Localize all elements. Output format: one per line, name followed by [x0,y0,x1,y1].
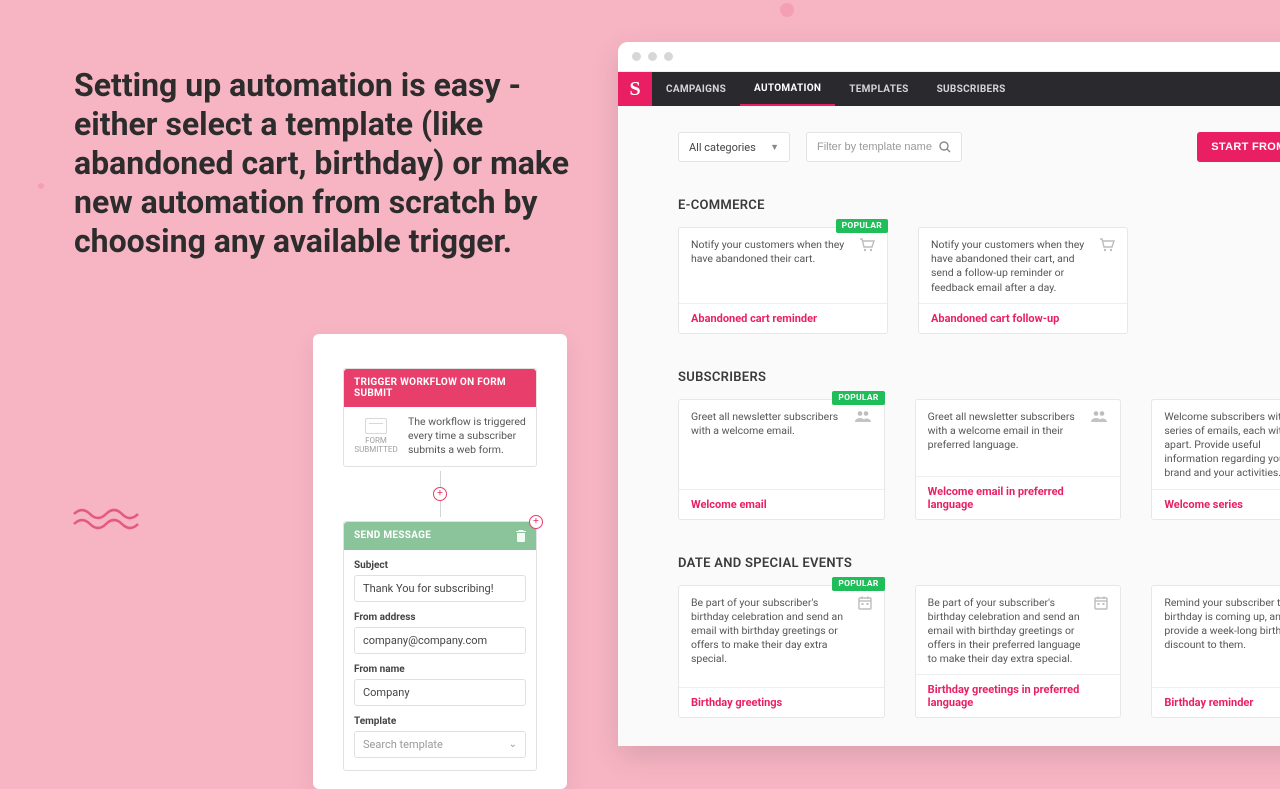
nav-templates[interactable]: TEMPLATES [835,72,922,106]
app-window: S CAMPAIGNSAUTOMATIONTEMPLATESSUBSCRIBER… [618,42,1280,746]
template-card-description: Remind your subscriber their birthday is… [1164,596,1280,680]
template-card-name: Abandoned cart reminder [679,303,887,333]
template-card-description: Be part of your subscriber's birthday ce… [928,596,1085,667]
form-submitted-icon: FORM SUBMITTED [354,415,398,458]
window-control-min[interactable] [648,52,657,61]
field-label-subject: Subject [354,560,526,571]
template-card[interactable]: Welcome subscribers with a series of ema… [1151,399,1280,520]
add-branch-button[interactable]: + [529,515,543,529]
cart-icon [859,238,875,295]
search-icon [939,141,951,153]
nav-automation[interactable]: AUTOMATION [740,72,835,106]
field-label-from-name: From name [354,664,526,675]
from-address-input[interactable]: company@company.com [354,627,526,654]
template-card[interactable]: POPULARBe part of your subscriber's birt… [678,585,885,719]
section-title: SUBSCRIBERS [678,370,1280,385]
workflow-builder-panel: TRIGGER WORKFLOW ON FORM SUBMIT FORM SUB… [313,334,567,789]
templates-toolbar: All categories ▼ START FROM SCRATCH [678,132,1280,162]
field-label-from-address: From address [354,612,526,623]
template-card[interactable]: Remind your subscriber their birthday is… [1151,585,1280,719]
template-card-row: POPULARGreet all newsletter subscribers … [678,399,1280,520]
template-card[interactable]: POPULARNotify your customers when they h… [678,227,888,334]
template-card-name: Welcome email in preferred language [916,476,1121,519]
main-nav: S CAMPAIGNSAUTOMATIONTEMPLATESSUBSCRIBER… [618,72,1280,106]
template-card-name: Birthday reminder [1152,687,1280,717]
template-card[interactable]: Notify your customers when they have aba… [918,227,1128,334]
subject-input[interactable]: Thank You for subscribing! [354,575,526,602]
window-titlebar [618,42,1280,72]
template-card-row: POPULARBe part of your subscriber's birt… [678,585,1280,719]
workflow-send-node[interactable]: + SEND MESSAGE Subject Thank You for sub… [343,521,537,771]
template-card-row: POPULARNotify your customers when they h… [678,227,1280,334]
category-select[interactable]: All categories ▼ [678,132,790,162]
users-icon [854,410,872,481]
popular-badge: POPULAR [836,219,888,233]
template-card-name: Abandoned cart follow-up [919,303,1127,333]
template-card-description: Greet all newsletter subscribers with a … [691,410,844,481]
field-label-template: Template [354,716,526,727]
trigger-node-description: The workflow is triggered every time a s… [408,415,526,458]
brand-logo[interactable]: S [618,72,652,106]
section-title: E-COMMERCE [678,198,1280,213]
template-card-description: Welcome subscribers with a series of ema… [1164,410,1280,481]
template-card-description: Greet all newsletter subscribers with a … [928,410,1081,468]
window-control-max[interactable] [664,52,673,61]
trash-icon[interactable] [516,530,526,542]
template-search-input[interactable] [806,132,962,162]
template-select[interactable]: Search template ⌄ [354,731,526,758]
caret-down-icon: ▼ [770,142,779,153]
template-card-name: Birthday greetings [679,687,884,717]
nav-campaigns[interactable]: CAMPAIGNS [652,72,740,106]
cart-icon [1099,238,1115,295]
calendar-icon [858,596,872,680]
template-card-description: Be part of your subscriber's birthday ce… [691,596,848,680]
template-card-name: Welcome email [679,489,884,519]
section-title: DATE AND SPECIAL EVENTS [678,556,1280,571]
calendar-icon [1094,596,1108,667]
add-step-button[interactable]: + [433,487,447,501]
template-card-description: Notify your customers when they have aba… [931,238,1089,295]
workflow-connector: + [343,471,537,517]
template-card-name: Welcome series [1152,489,1280,519]
workflow-trigger-node[interactable]: TRIGGER WORKFLOW ON FORM SUBMIT FORM SUB… [343,368,537,467]
decor-dot-left [38,183,44,189]
template-card-name: Birthday greetings in preferred language [916,674,1121,717]
chevron-down-icon: ⌄ [509,739,517,750]
window-control-close[interactable] [632,52,641,61]
from-name-input[interactable]: Company [354,679,526,706]
popular-badge: POPULAR [832,391,884,405]
decor-dot-top [780,3,794,17]
send-node-header: SEND MESSAGE [354,530,431,541]
nav-subscribers[interactable]: SUBSCRIBERS [923,72,1020,106]
template-card-description: Notify your customers when they have aba… [691,238,849,295]
users-icon [1090,410,1108,468]
popular-badge: POPULAR [832,577,884,591]
trigger-node-header: TRIGGER WORKFLOW ON FORM SUBMIT [344,369,536,407]
template-card[interactable]: Greet all newsletter subscribers with a … [915,399,1122,520]
template-card[interactable]: Be part of your subscriber's birthday ce… [915,585,1122,719]
marketing-headline: Setting up automation is easy - either s… [74,66,574,261]
template-card[interactable]: POPULARGreet all newsletter subscribers … [678,399,885,520]
decor-squiggle [72,506,140,532]
start-from-scratch-button[interactable]: START FROM SCRATCH [1197,132,1280,162]
automation-templates-page: All categories ▼ START FROM SCRATCH E-CO… [618,106,1280,746]
